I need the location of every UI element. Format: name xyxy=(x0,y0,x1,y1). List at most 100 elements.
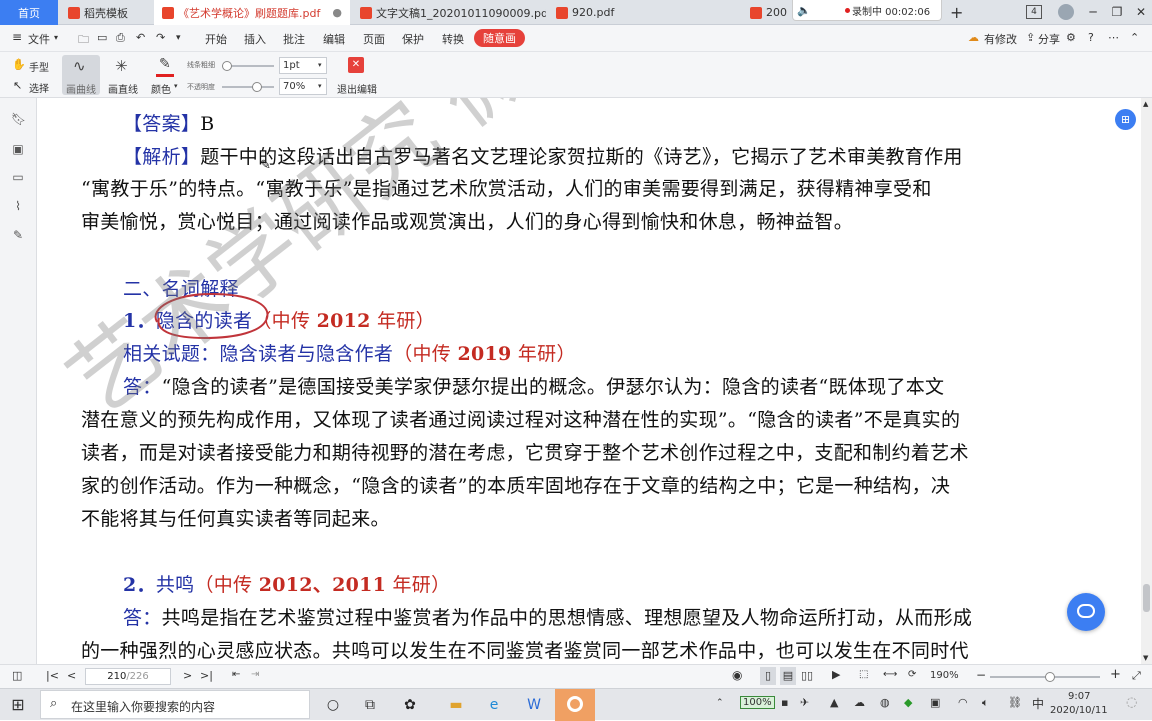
new-tab-button[interactable]: + xyxy=(950,3,963,22)
print-icon[interactable]: ⎙ xyxy=(116,31,125,45)
select-tool-label[interactable]: 选择 xyxy=(29,80,49,95)
thumbnail-icon[interactable]: ▣ xyxy=(11,142,25,156)
continuous-page-icon[interactable]: ▤ xyxy=(780,667,796,685)
undo-icon[interactable]: ↶ xyxy=(136,31,145,44)
slider-handle[interactable] xyxy=(222,61,232,71)
book-view-icon[interactable]: ▯▯ xyxy=(801,669,813,682)
modified-status[interactable]: 有修改 xyxy=(984,31,1017,47)
last-page-icon[interactable]: >| xyxy=(200,669,213,682)
scroll-thumb[interactable] xyxy=(1143,584,1150,612)
annotation-ellipse[interactable] xyxy=(145,288,275,344)
cloud-sync-icon[interactable]: ☁ xyxy=(968,31,979,44)
tab-pdf[interactable]: 920.pdf xyxy=(548,0,744,25)
volume-icon[interactable]: 🔈︎ xyxy=(982,696,989,710)
tab-template[interactable]: 稻壳模板 xyxy=(60,0,152,25)
comment-icon[interactable]: ▭ xyxy=(11,170,25,184)
taskbar-search[interactable]: ⌕ 在这里输入你要搜索的内容 xyxy=(40,690,310,719)
exit-icon[interactable]: ⇤ xyxy=(232,669,240,680)
tray-icon[interactable]: ▲ xyxy=(830,696,838,709)
color-picker[interactable]: ✎ 颜色 ▾ xyxy=(148,55,182,96)
ime-indicator[interactable]: 中 xyxy=(1032,695,1044,712)
tray-icon[interactable]: ▪ xyxy=(781,696,788,709)
taskbar-app-active[interactable] xyxy=(555,689,595,721)
document-page[interactable]: 【答案】B 【解析】题干中的这段话出自古罗马著名文艺理论家贺拉斯的《诗艺》，它揭… xyxy=(37,98,1141,664)
scroll-down-icon[interactable]: ▼ xyxy=(1143,654,1148,662)
help-icon[interactable]: ? xyxy=(1088,31,1094,44)
menu-freedraw[interactable]: 随意画 xyxy=(474,29,525,47)
enter-icon[interactable]: ⇥ xyxy=(251,669,259,680)
customize-icon[interactable]: ▾ xyxy=(176,33,181,43)
hamburger-icon[interactable]: ≡ xyxy=(12,30,22,44)
settings-icon[interactable]: ⚙ xyxy=(1066,31,1076,44)
scroll-up-icon[interactable]: ▲ xyxy=(1143,100,1148,108)
tab-count-button[interactable]: 4 xyxy=(1026,5,1042,19)
wps-icon[interactable]: W xyxy=(522,693,546,717)
hand-tool-label[interactable]: 手型 xyxy=(29,59,49,74)
tab-pdf[interactable]: 文字文稿1_20201011090009.pdf ● xyxy=(352,0,546,25)
hand-icon[interactable]: ✋ xyxy=(12,58,26,71)
thickness-slider[interactable] xyxy=(222,61,274,71)
tray-expand-icon[interactable]: ⌃ xyxy=(716,698,724,708)
chevron-down-icon[interactable]: ▾ xyxy=(54,33,58,42)
tab-pdf-active[interactable]: 《艺术学概论》刷题题库.pdf ● xyxy=(154,0,350,25)
attachment-icon[interactable]: ⌇ xyxy=(11,199,25,213)
menu-comment[interactable]: 批注 xyxy=(283,31,305,47)
cortana-icon[interactable]: ○ xyxy=(321,693,345,717)
tray-icon[interactable]: ▣ xyxy=(930,696,940,709)
avatar[interactable] xyxy=(1058,4,1074,20)
collapse-ribbon-icon[interactable]: ⌃ xyxy=(1130,31,1139,44)
opacity-slider[interactable] xyxy=(222,82,274,92)
menu-start[interactable]: 开始 xyxy=(205,31,227,47)
task-view-icon[interactable]: ⧉ xyxy=(358,693,382,717)
slider-handle[interactable] xyxy=(252,82,262,92)
line-tool-button[interactable]: ✳ 画直线 xyxy=(104,55,140,96)
single-page-icon[interactable]: ▯ xyxy=(760,667,776,685)
fit-width-icon[interactable]: ⟷ xyxy=(883,669,897,680)
minimize-button[interactable]: ─ xyxy=(1084,4,1102,20)
restore-button[interactable]: ❐ xyxy=(1108,4,1126,20)
tray-icon[interactable]: ◍ xyxy=(880,696,890,709)
play-icon[interactable]: ▶ xyxy=(832,668,840,681)
zoom-out-icon[interactable]: − xyxy=(976,668,986,682)
slider-handle[interactable] xyxy=(1045,672,1055,682)
menu-file[interactable]: 文件 xyxy=(28,31,50,47)
explorer-icon[interactable]: ▬ xyxy=(444,693,468,717)
save-icon[interactable]: ▭ xyxy=(97,31,107,44)
prev-page-icon[interactable]: < xyxy=(67,669,76,682)
vertical-scrollbar[interactable]: ▲ ▼ xyxy=(1141,98,1152,664)
tab-pdf[interactable]: 200 xyxy=(746,0,792,25)
wifi-icon[interactable]: ◠ xyxy=(958,696,968,709)
link-icon[interactable]: ⛓ xyxy=(1008,696,1022,709)
notification-icon[interactable]: ◌ xyxy=(1126,695,1137,710)
battery-indicator[interactable]: 100% xyxy=(740,696,775,709)
tray-icon[interactable]: ✈ xyxy=(800,696,809,709)
menu-edit[interactable]: 编辑 xyxy=(323,31,345,47)
open-icon[interactable]: 🗀 xyxy=(78,31,89,50)
sidebar-toggle-icon[interactable]: ◫ xyxy=(12,669,22,682)
thickness-select[interactable]: 1pt ▾ xyxy=(279,57,327,74)
rotate-icon[interactable]: ⟳ xyxy=(908,669,916,680)
edge-icon[interactable]: e xyxy=(482,693,506,717)
clock-date[interactable]: 2020/10/11 xyxy=(1050,705,1108,716)
fullscreen-icon[interactable]: ⤢ xyxy=(1132,669,1141,683)
chat-button[interactable] xyxy=(1067,593,1105,631)
select-icon[interactable]: ↖ xyxy=(13,79,22,92)
redo-icon[interactable]: ↷ xyxy=(156,31,165,44)
share-icon[interactable]: ⇪ xyxy=(1026,31,1035,44)
menu-page[interactable]: 页面 xyxy=(363,31,385,47)
page-number-input[interactable]: 210/226 xyxy=(85,668,171,685)
menu-convert[interactable]: 转换 xyxy=(442,31,464,47)
zoom-in-icon[interactable]: + xyxy=(1110,667,1121,682)
fit-page-icon[interactable]: ⬚ xyxy=(859,669,868,680)
curve-tool-button[interactable]: ∿ 画曲线 xyxy=(62,55,100,96)
page-tools-icon[interactable]: ⊞ xyxy=(1115,109,1136,130)
first-page-icon[interactable]: |< xyxy=(46,669,59,682)
next-page-icon[interactable]: > xyxy=(183,669,192,682)
clock-time[interactable]: 9:07 xyxy=(1068,691,1090,702)
eye-icon[interactable]: ◉ xyxy=(732,668,742,682)
bookmark-icon[interactable]: 🔖︎ xyxy=(11,112,26,126)
close-icon[interactable]: ● xyxy=(332,6,342,19)
cloud-icon[interactable]: ☁ xyxy=(854,696,865,709)
tab-home[interactable]: 首页 xyxy=(0,0,58,25)
signature-icon[interactable]: ✎ xyxy=(11,228,25,242)
